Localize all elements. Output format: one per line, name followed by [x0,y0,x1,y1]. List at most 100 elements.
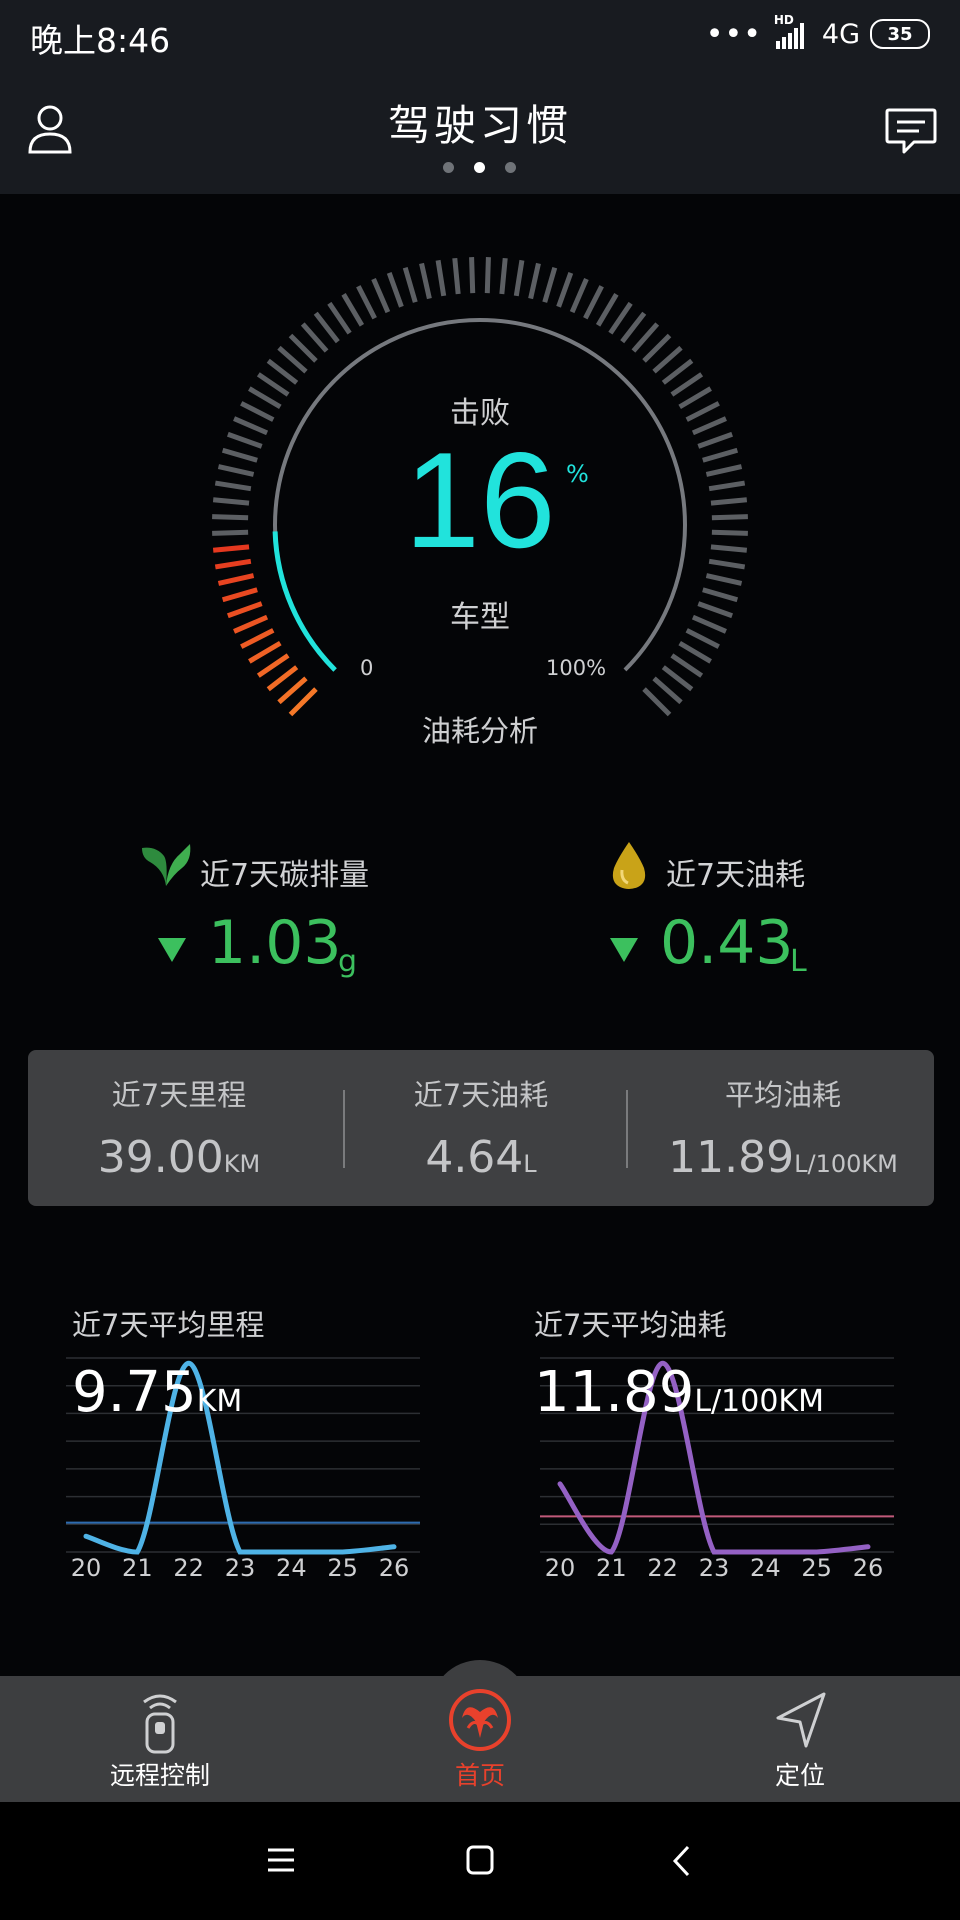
gauge-tick [631,322,660,353]
fuel-label: 近7天油耗 [666,858,806,893]
gauge-max-label: 100% [546,656,607,680]
chart-fuel-headline: 11.89L/100KM [534,1360,824,1425]
summary-mileage-value: 39.00KM [97,1132,261,1183]
gauge-tick [277,345,308,374]
summary-mileage: 近7天里程 39.00KM [28,1050,330,1206]
summary-fuel-label: 近7天油耗 [413,1078,549,1112]
navigation-arrow-icon [776,1692,826,1748]
gauge-tick [583,285,604,320]
status-time: 晚上8:46 [30,21,171,60]
fuel-stat: 近7天油耗 0.43 L [610,840,940,990]
gauge-tick [652,676,683,705]
x-tick-label: 23 [698,1554,730,1582]
network-type: 4G [821,18,860,50]
message-icon [885,108,937,154]
gauge-value: 16 [0,430,960,570]
more-dots-icon: ••• [705,16,762,52]
carbon-label: 近7天碳排量 [200,858,370,893]
x-tick-label: 21 [122,1554,153,1582]
x-tick-label: 22 [647,1554,678,1582]
page-title: 驾驶习惯 [387,101,572,150]
gauge-tick [435,259,447,297]
gauge-tick [469,257,476,294]
home-square-icon[interactable] [465,1844,495,1876]
gauge-tick [542,266,558,303]
chart-mileage-headline: 9.75KM [72,1360,243,1425]
x-tick-label: 25 [801,1554,832,1582]
gauge-tick [419,262,432,300]
gauge-tick [327,301,352,335]
x-tick-label: 22 [173,1554,204,1582]
remote-key-icon [143,1694,177,1754]
pager-dot[interactable] [443,162,454,173]
divider [626,1090,628,1168]
gauge-tick [266,665,299,692]
down-arrow-icon [158,938,186,962]
gauge-tick [608,301,633,335]
status-indicators: ••• HD 4G 35 [705,13,930,52]
carbon-stat: 近7天碳排量 1.03 g [140,840,480,990]
fuel-value: 0.43 [660,908,794,978]
x-tick-label: 20 [544,1554,576,1582]
gauge-caption: 油耗分析 [421,714,538,748]
gauge-tick [356,285,377,320]
x-tick-label: 26 [378,1554,410,1582]
down-arrow-icon [610,938,638,962]
chart-mileage-title: 近7天平均里程 [72,1308,265,1342]
gauge-tick [513,259,525,297]
gauge-tick [528,262,541,300]
gauge-tick [248,640,282,664]
pager-dot-active[interactable] [474,162,485,173]
nav-locate-label: 定位 [774,1761,825,1790]
gauge-tick [499,257,508,295]
x-tick-label: 25 [327,1554,358,1582]
gauge-tick [678,640,712,664]
summary-avg-label: 平均油耗 [724,1078,841,1112]
gauge-bottom-label: 车型 [450,600,510,635]
gauge-tick [670,653,704,678]
nav-home-label: 首页 [454,1761,505,1790]
gauge-tick [661,665,694,692]
x-tick-label: 24 [750,1554,781,1582]
header: 驾驶习惯 [0,70,960,194]
gauge-value-number: 16 [404,424,556,576]
gauge-tick [341,293,365,327]
gauge-tick [556,271,574,308]
gauge-tick [652,345,683,374]
gauge-tick [595,293,619,327]
oil-drop-icon [612,842,646,889]
message-button[interactable] [884,106,938,156]
summary-fuel: 近7天油耗 4.64L [330,1050,632,1206]
gauge-min-label: 0 [360,656,374,680]
gauge-tick [452,257,461,295]
gauge-unit: % [566,460,589,488]
gauge-tick [313,311,340,344]
system-nav-bar [0,1802,960,1920]
chart-fuel-title: 近7天平均油耗 [534,1308,727,1342]
x-tick-label: 26 [852,1554,884,1582]
gauge-tick [620,311,647,344]
gauge-tick [402,266,418,303]
summary-avg: 平均油耗 11.89L/100KM [632,1050,934,1206]
summary-mileage-label: 近7天里程 [111,1078,247,1112]
summary-panel: 近7天里程 39.00KM 近7天油耗 4.64L 平均油耗 11.89L/10… [28,1050,934,1206]
x-tick-label: 20 [70,1554,102,1582]
carbon-value: 1.03 [208,908,342,978]
summary-fuel-value: 4.64L [425,1132,537,1183]
menu-icon[interactable] [266,1846,296,1874]
gauge-tick [256,653,290,678]
gauge-tick [371,278,391,314]
pager-dot[interactable] [505,162,516,173]
gauge-tick [705,573,743,586]
gauge-tick [266,358,299,385]
gauge-tick [569,278,589,314]
nav-remote-label: 远程控制 [109,1761,210,1790]
leaf-icon [142,844,191,886]
gauge-tick [288,333,318,363]
back-icon[interactable] [670,1844,694,1878]
signal-icon: HD [772,13,812,49]
fuel-unit: L [790,944,807,979]
x-tick-label: 23 [224,1554,256,1582]
carbon-unit: g [338,944,358,979]
gauge-tick [300,322,329,353]
